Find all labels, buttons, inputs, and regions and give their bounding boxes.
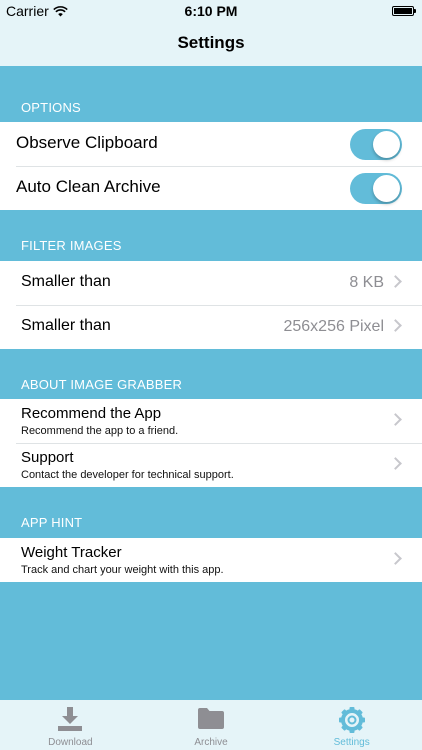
options-group: Observe Clipboard Auto Clean Archive xyxy=(0,122,422,210)
observe-clipboard-row: Observe Clipboard xyxy=(0,122,422,166)
battery-icon xyxy=(392,6,416,16)
top-bar: Carrier 6:10 PM Settings xyxy=(0,0,422,66)
status-bar: Carrier 6:10 PM xyxy=(0,0,422,22)
section-header-options: OPTIONS xyxy=(21,100,81,115)
support-row[interactable]: Support Contact the developer for techni… xyxy=(0,443,422,487)
folder-icon xyxy=(197,706,225,730)
recommend-app-row[interactable]: Recommend the App Recommend the app to a… xyxy=(0,399,422,443)
weight-tracker-subtitle: Track and chart your weight with this ap… xyxy=(21,564,224,576)
support-title: Support xyxy=(21,449,74,466)
tab-archive-label: Archive xyxy=(194,737,228,748)
gear-icon xyxy=(338,706,366,734)
filter-dimensions-value: 256x256 Pixel xyxy=(283,318,384,335)
toggle-knob xyxy=(373,175,400,202)
tab-download-label: Download xyxy=(48,737,93,748)
auto-clean-archive-toggle[interactable] xyxy=(350,173,402,204)
support-subtitle: Contact the developer for technical supp… xyxy=(21,469,234,481)
section-header-filter-images: FILTER IMAGES xyxy=(21,238,122,253)
recommend-app-title: Recommend the App xyxy=(21,405,162,422)
section-header-app-hint: APP HINT xyxy=(21,515,83,530)
filter-size-row[interactable]: Smaller than 8 KB xyxy=(0,261,422,305)
page-title: Settings xyxy=(177,33,245,52)
tab-settings-label: Settings xyxy=(333,737,370,748)
auto-clean-archive-row: Auto Clean Archive xyxy=(0,166,422,210)
download-icon xyxy=(57,706,83,732)
tab-bar: Download Archive Settings xyxy=(0,700,422,750)
status-time: 6:10 PM xyxy=(184,3,238,19)
recommend-app-subtitle: Recommend the app to a friend. xyxy=(21,425,179,437)
chevron-right-icon xyxy=(389,552,402,565)
chevron-right-icon xyxy=(389,457,402,470)
section-header-about: ABOUT IMAGE GRABBER xyxy=(21,377,183,392)
weight-tracker-title: Weight Tracker xyxy=(21,544,122,561)
observe-clipboard-toggle[interactable] xyxy=(350,129,402,160)
toggle-knob xyxy=(373,131,400,158)
chevron-right-icon xyxy=(389,413,402,426)
tab-download[interactable]: Download xyxy=(0,700,141,750)
about-group: Recommend the App Recommend the app to a… xyxy=(0,399,422,487)
app-hint-group: Weight Tracker Track and chart your weig… xyxy=(0,538,422,582)
filter-size-label: Smaller than xyxy=(21,273,111,290)
filter-images-group: Smaller than 8 KB Smaller than 256x256 P… xyxy=(0,261,422,349)
observe-clipboard-label: Observe Clipboard xyxy=(16,133,158,152)
weight-tracker-row[interactable]: Weight Tracker Track and chart your weig… xyxy=(0,538,422,582)
filter-dimensions-row[interactable]: Smaller than 256x256 Pixel xyxy=(0,305,422,349)
filter-size-value: 8 KB xyxy=(349,274,384,291)
tab-settings[interactable]: Settings xyxy=(281,700,422,750)
chevron-right-icon xyxy=(389,319,402,332)
filter-dimensions-label: Smaller than xyxy=(21,317,111,334)
chevron-right-icon xyxy=(389,275,402,288)
auto-clean-archive-label: Auto Clean Archive xyxy=(16,177,161,196)
tab-archive[interactable]: Archive xyxy=(141,700,282,750)
